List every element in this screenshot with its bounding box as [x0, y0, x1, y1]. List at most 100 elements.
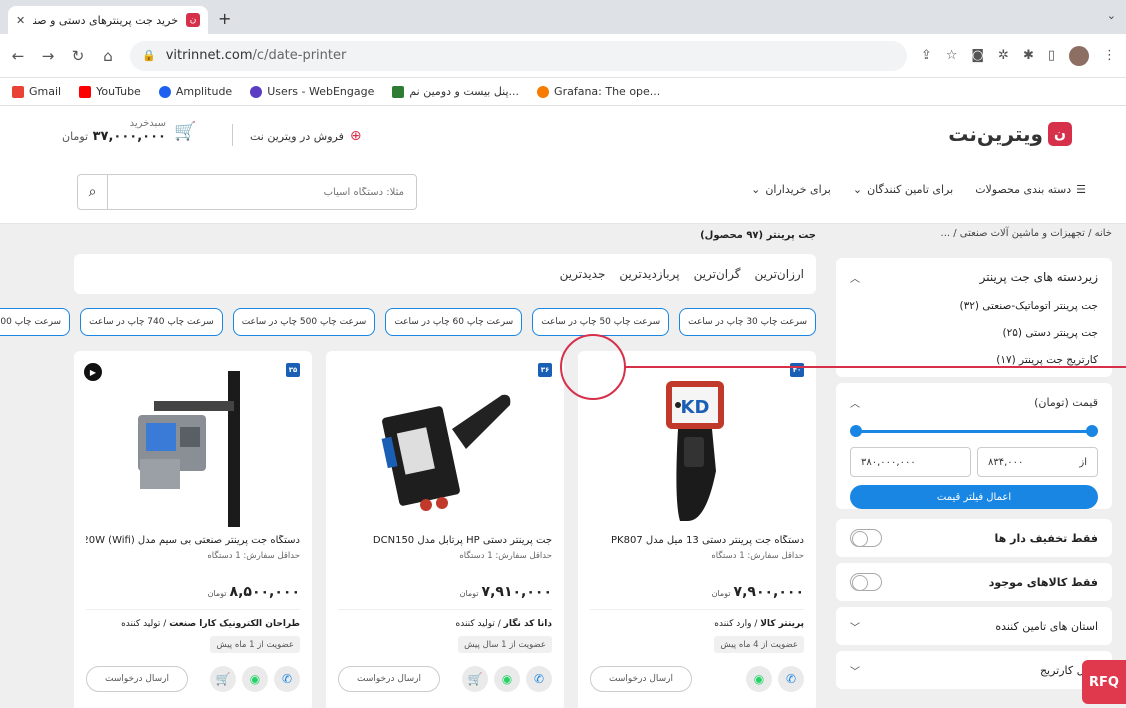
profile-avatar[interactable] [1069, 45, 1089, 66]
sell-link[interactable]: ⊕ فروش در ویترین نت [250, 128, 362, 144]
chevron-up-icon: ︿ [850, 273, 860, 285]
price-to-input[interactable]: ۳۸۰,۰۰۰,۰۰۰ [850, 447, 971, 477]
webengage-icon [250, 85, 263, 98]
main-content: خانه / تجهیزات و ماشین آلات صنعتی / ... … [0, 224, 1126, 708]
menu-buyers[interactable]: برای خریداران ⌄ [751, 183, 831, 196]
header-divider [232, 124, 233, 146]
star-icon[interactable]: ☆ [946, 48, 958, 63]
youtube-icon [79, 85, 92, 98]
camera-icon[interactable]: ◙ [971, 48, 984, 63]
seller-info[interactable]: پرینتر کالا / وارد کننده [714, 619, 804, 629]
sort-popular[interactable]: پربازدیدترین [619, 267, 679, 281]
new-tab-icon[interactable]: + [218, 9, 231, 28]
product-image[interactable] [124, 371, 262, 527]
browser-tab-bar: ن خرید جت پرینترهای دستی و صنعتی ✕ + ⌄ [0, 0, 1126, 34]
discount-toggle[interactable] [850, 529, 882, 547]
speed-chip[interactable]: سرعت چاپ 50 چاپ در ساعت [532, 308, 670, 336]
grafana-icon [537, 85, 550, 98]
chevron-down-icon[interactable]: ⌄ [1107, 9, 1116, 22]
whatsapp-icon[interactable]: ◉ [746, 666, 772, 692]
home-icon[interactable]: ⌂ [100, 47, 116, 65]
logo-icon: ن [1048, 122, 1072, 146]
cart[interactable]: 🛒 سبدخرید ۳۷,۰۰۰,۰۰۰ تومان [62, 118, 196, 144]
share-icon[interactable]: ⇪ [921, 48, 932, 63]
more-icon[interactable]: ⋮ [1103, 48, 1116, 63]
browser-tab[interactable]: ن خرید جت پرینترهای دستی و صنعتی ✕ [8, 6, 208, 34]
sidepanel-icon[interactable]: ▯ [1048, 48, 1055, 63]
speed-chip[interactable]: سرعت چاپ 1200 چاپ در ساعت [0, 308, 71, 336]
site-favicon-icon: ن [186, 13, 200, 27]
back-icon[interactable]: ← [10, 47, 26, 65]
speed-chip[interactable]: سرعت چاپ 740 چاپ در ساعت [80, 308, 223, 336]
product-image[interactable] [376, 371, 514, 527]
sort-newest[interactable]: جدیدترین [560, 267, 606, 281]
sort-expensive[interactable]: گران‌ترین [694, 267, 741, 281]
phone-icon[interactable]: ✆ [526, 666, 552, 692]
sort-cheapest[interactable]: ارزان‌ترین [754, 267, 804, 281]
discount-label: فقط تخفیف دار ها [994, 531, 1098, 545]
slider-max-handle[interactable] [1086, 425, 1098, 437]
whatsapp-icon[interactable]: ◉ [242, 666, 268, 692]
speed-chip[interactable]: سرعت چاپ 500 چاپ در ساعت [232, 308, 376, 336]
product-name[interactable]: جت پرینتر دستی HP پرتابل مدل DCN150 [338, 535, 552, 546]
cart-icon: 🛒 [173, 120, 197, 142]
product-name[interactable]: دستگاه جت پرینتر صنعتی بی سیم مدل (Wifi)… [86, 535, 300, 546]
seller-info[interactable]: طراحان الکترونیک کارا صنعت / تولید کننده [121, 619, 300, 629]
product-card[interactable]: ۳۵ ▶ دستگاه جت پرینتر صنعتی بی سیم مدل (… [74, 351, 312, 708]
phone-icon[interactable]: ✆ [274, 666, 300, 692]
subcat-link[interactable]: جت پرینتر اتوماتیک-صنعتی (۳۲) [850, 296, 1098, 323]
product-card[interactable]: ۴۰ KD دستگاه جت پرینتر دستی 13 میل مدل P… [578, 351, 816, 708]
url-field[interactable]: 🔒 vitrinnet.com/c/date-printer [130, 40, 907, 71]
search-input[interactable] [108, 186, 416, 198]
close-icon[interactable]: ✕ [16, 14, 25, 27]
price-slider[interactable] [850, 423, 1098, 439]
slider-min-handle[interactable] [850, 425, 862, 437]
bookmark-panel[interactable]: پنل بیست و دومین نم... [392, 85, 519, 98]
whatsapp-icon[interactable]: ◉ [494, 666, 520, 692]
cart-icon[interactable]: 🛒 [462, 666, 488, 692]
bookmark-youtube[interactable]: YouTube [79, 85, 141, 98]
bookmark-gmail[interactable]: Gmail [12, 85, 61, 98]
reload-icon[interactable]: ↻ [70, 47, 86, 65]
product-card[interactable]: ۳۶ جت پرینتر دستی HP پرتابل مدل DCN150 ح… [326, 351, 564, 708]
seller-info[interactable]: دانا کد نگار / تولید کننده [456, 619, 552, 629]
price-from-input[interactable]: از ۸۳۴,۰۰۰ [977, 447, 1098, 477]
cart-icon[interactable]: 🛒 [210, 666, 236, 692]
play-video-icon[interactable]: ▶ [84, 363, 102, 381]
bookmark-amplitude[interactable]: Amplitude [158, 85, 232, 98]
send-request-button[interactable]: ارسال درخواست [86, 666, 188, 692]
image-count-badge: ۴۰ [790, 363, 804, 377]
menu-suppliers[interactable]: برای تامین کنندگان ⌄ [853, 183, 953, 196]
site-logo[interactable]: ن ویترین‌نت [948, 122, 1072, 146]
send-request-button[interactable]: ارسال درخواست [338, 666, 440, 692]
bookmark-webengage[interactable]: Users - WebEngage [250, 85, 374, 98]
phone-icon[interactable]: ✆ [778, 666, 804, 692]
solvent-header[interactable]: حلال کارتریج ﹀ [850, 651, 1098, 689]
subcats-header[interactable]: زیردسته های جت پرینتر ︿ [850, 258, 1098, 296]
product-name[interactable]: دستگاه جت پرینتر دستی 13 میل مدل PK807 [590, 535, 804, 546]
bookmark-grafana[interactable]: Grafana: The ope... [537, 85, 660, 98]
apply-price-filter-button[interactable]: اعمال فیلتر قیمت [850, 485, 1098, 509]
logo-text: ویترین‌نت [948, 122, 1043, 146]
rfq-floating-button[interactable]: RFQ [1082, 660, 1126, 704]
product-image[interactable]: KD [628, 371, 766, 527]
send-request-button[interactable]: ارسال درخواست [590, 666, 692, 692]
instock-toggle[interactable] [850, 573, 882, 591]
chevron-up-icon: ︿ [850, 398, 860, 410]
speed-chip[interactable]: سرعت چاپ 30 چاپ در ساعت [679, 308, 816, 336]
speed-chip[interactable]: سرعت چاپ 60 چاپ در ساعت [385, 308, 523, 336]
price-header[interactable]: قیمت (تومان) ︿ [850, 383, 1098, 421]
extension-icon[interactable]: ✲ [998, 48, 1009, 63]
puzzle-icon[interactable]: ✱ [1023, 48, 1034, 63]
product-listing: ارزان‌ترین گران‌ترین پربازدیدترین جدیدتر… [0, 254, 816, 708]
menu-categories[interactable]: ☰ دسته بندی محصولات [975, 183, 1086, 196]
solvent-filter-box: حلال کارتریج ﹀ [836, 651, 1112, 689]
product-price: ۸,۵۰۰,۰۰۰ تومان [207, 584, 300, 600]
province-header[interactable]: استان های تامین کننده ﹀ [850, 607, 1098, 645]
search-icon[interactable]: ⌕ [78, 175, 108, 209]
sort-bar: ارزان‌ترین گران‌ترین پربازدیدترین جدیدتر… [74, 254, 816, 294]
subcat-link[interactable]: جت پرینتر دستی (۲۵) [850, 323, 1098, 350]
subcat-link[interactable]: کارتریج جت پرینتر (۱۷) [850, 350, 1098, 377]
forward-icon[interactable]: → [40, 47, 56, 65]
breadcrumb[interactable]: خانه / تجهیزات و ماشین آلات صنعتی / ... [941, 228, 1112, 239]
